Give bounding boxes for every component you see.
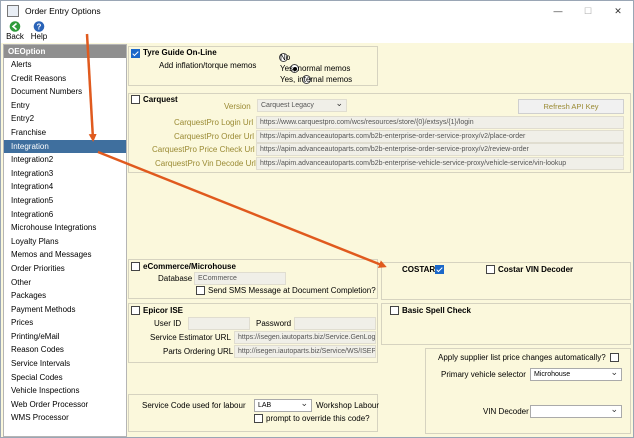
memos-label: Add inflation/torque memos	[159, 61, 257, 70]
sidebar-item-printing-email[interactable]: Printing/eMail	[4, 330, 126, 344]
sidebar-item-loyalty-plans[interactable]: Loyalty Plans	[4, 235, 126, 249]
costar-title: COSTAR	[402, 265, 436, 274]
sidebar-item-reason-codes[interactable]: Reason Codes	[4, 343, 126, 357]
carquest-version-select[interactable]: Carquest Legacy	[257, 99, 347, 112]
carquest-login-label: CarquestPro Login Url	[174, 118, 254, 127]
order-entry-options-window: Order Entry Options — ☐ ✕ Back ? Help OE…	[0, 0, 634, 438]
sidebar-item-vehicle-inspections[interactable]: Vehicle Inspections	[4, 384, 126, 398]
service-code-group	[128, 394, 378, 432]
spell-check-title: Basic Spell Check	[402, 306, 471, 315]
user-id-field[interactable]	[188, 317, 250, 330]
user-id-label: User ID	[154, 319, 182, 328]
svg-text:?: ?	[37, 23, 42, 32]
apply-supplier-price-label: Apply supplier list price changes automa…	[438, 353, 606, 362]
sidebar-item-integration[interactable]: Integration	[4, 139, 126, 154]
sidebar-item-integration5[interactable]: Integration5	[4, 194, 126, 208]
options-sidebar: OEOption Alerts Credit Reasons Document Nu…	[3, 44, 127, 437]
sidebar-item-payment-methods[interactable]: Payment Methods	[4, 303, 126, 317]
carquest-vin-url-field[interactable]: https://apim.advanceautoparts.com/b2b-en…	[256, 157, 624, 170]
carquest-price-url-field[interactable]: https://apim.advanceautoparts.com/b2b-en…	[256, 143, 624, 156]
sidebar-item-memos-and-messages[interactable]: Memos and Messages	[4, 248, 126, 262]
carquest-order-label: CarquestPro Order Url	[174, 132, 255, 141]
sidebar-item-other[interactable]: Other	[4, 276, 126, 290]
back-label: Back	[6, 32, 24, 41]
password-field[interactable]	[294, 317, 376, 330]
sidebar-item-prices[interactable]: Prices	[4, 316, 126, 330]
sidebar-item-special-codes[interactable]: Special Codes	[4, 371, 126, 385]
memo-option-no-label: No	[280, 53, 291, 62]
sidebar-item-document-numbers[interactable]: Document Numbers	[4, 85, 126, 99]
sidebar-item-integration2[interactable]: Integration2	[4, 153, 126, 167]
database-label: Database	[158, 274, 193, 283]
title-bar: Order Entry Options — ☐ ✕	[1, 1, 633, 21]
vin-decoder-dropdown[interactable]	[530, 405, 622, 418]
carquest-vin-label: CarquestPro Vin Decode Url	[155, 159, 256, 168]
carquest-price-label: CarquestPro Price Check Url	[152, 145, 255, 154]
sidebar-item-microhouse-integrations[interactable]: Microhouse Integrations	[4, 221, 126, 235]
sidebar-item-franchise[interactable]: Franchise	[4, 126, 126, 140]
estimator-url-field[interactable]: https://isegen.iautoparts.biz/Service.Ge…	[234, 331, 376, 344]
window-title: Order Entry Options	[25, 6, 101, 16]
integration-panel: Tyre Guide On-Line Add inflation/torque …	[128, 44, 633, 437]
carquest-login-url-field[interactable]: https://www.carquestpro.com/wcs/resource…	[256, 116, 624, 129]
service-code-dropdown[interactable]: LAB	[254, 399, 312, 412]
sidebar-item-packages[interactable]: Packages	[4, 289, 126, 303]
service-code-label: Service Code used for labour	[142, 401, 246, 410]
sidebar-item-integration4[interactable]: Integration4	[4, 180, 126, 194]
back-button[interactable]: Back	[3, 21, 27, 43]
epicor-title: Epicor ISE	[143, 306, 184, 315]
costar-vin-decoder-checkbox[interactable]	[486, 265, 495, 274]
memo-option-internal-label: Yes, internal memos	[280, 75, 353, 84]
carquest-version-label: Version	[224, 102, 251, 111]
sidebar-item-entry2[interactable]: Entry2	[4, 112, 126, 126]
apply-supplier-price-checkbox[interactable]	[610, 353, 619, 362]
prompt-override-checkbox[interactable]	[254, 414, 263, 423]
help-button[interactable]: ? Help	[27, 21, 51, 43]
sidebar-item-service-intervals[interactable]: Service Intervals	[4, 357, 126, 371]
parts-url-label: Parts Ordering URL	[163, 347, 234, 356]
sidebar-item-entry[interactable]: Entry	[4, 99, 126, 113]
estimator-url-label: Service Estimator URL	[150, 333, 231, 342]
help-icon: ?	[33, 21, 45, 32]
app-icon	[7, 5, 19, 17]
sms-checkbox[interactable]	[196, 286, 205, 295]
carquest-order-url-field[interactable]: https://apim.advanceautoparts.com/b2b-en…	[256, 130, 624, 143]
help-label: Help	[30, 32, 48, 41]
back-arrow-icon	[9, 21, 21, 32]
tyre-guide-checkbox[interactable]	[131, 49, 140, 58]
sms-label: Send SMS Message at Document Completion?	[208, 286, 376, 295]
minimize-button[interactable]: —	[543, 1, 573, 21]
carquest-title: Carquest	[143, 95, 178, 104]
costar-vin-decoder-title: Costar VIN Decoder	[498, 265, 574, 274]
service-code-description: Workshop Labour	[316, 401, 379, 410]
carquest-checkbox[interactable]	[131, 95, 140, 104]
vin-decoder-label: VIN Decoder	[483, 407, 529, 416]
sidebar-item-web-order-processor[interactable]: Web Order Processor	[4, 398, 126, 412]
costar-checkbox[interactable]	[434, 265, 444, 274]
sidebar-item-integration6[interactable]: Integration6	[4, 208, 126, 222]
refresh-api-key-button[interactable]: Refresh API Key	[518, 99, 624, 114]
spell-check-checkbox[interactable]	[390, 306, 399, 315]
sidebar-item-wms-processor[interactable]: WMS Processor	[4, 411, 126, 425]
sidebar-item-order-priorities[interactable]: Order Priorities	[4, 262, 126, 276]
sidebar-item-alerts[interactable]: Alerts	[4, 58, 126, 72]
parts-url-field[interactable]: http://isegen.iautoparts.biz/Service/WS/…	[234, 345, 376, 358]
tyre-guide-title: Tyre Guide On-Line	[143, 48, 217, 57]
prompt-override-label: prompt to override this code?	[266, 414, 370, 423]
sidebar-item-integration3[interactable]: Integration3	[4, 167, 126, 181]
ecommerce-title: eCommerce/Microhouse	[143, 262, 236, 271]
memo-option-normal-label: Yes, normal memos	[280, 64, 351, 73]
sidebar-header: OEOption	[4, 45, 126, 58]
primary-vehicle-selector-dropdown[interactable]: Microhouse	[530, 368, 622, 381]
maximize-button[interactable]: ☐	[573, 1, 603, 21]
password-label: Password	[256, 319, 292, 328]
ecommerce-checkbox[interactable]	[131, 262, 140, 271]
toolbar: Back ? Help	[1, 21, 633, 43]
close-button[interactable]: ✕	[603, 1, 633, 21]
epicor-checkbox[interactable]	[131, 306, 140, 315]
primary-vehicle-selector-label: Primary vehicle selector	[441, 370, 526, 379]
database-field[interactable]: ECommerce	[194, 272, 286, 285]
sidebar-item-credit-reasons[interactable]: Credit Reasons	[4, 72, 126, 86]
